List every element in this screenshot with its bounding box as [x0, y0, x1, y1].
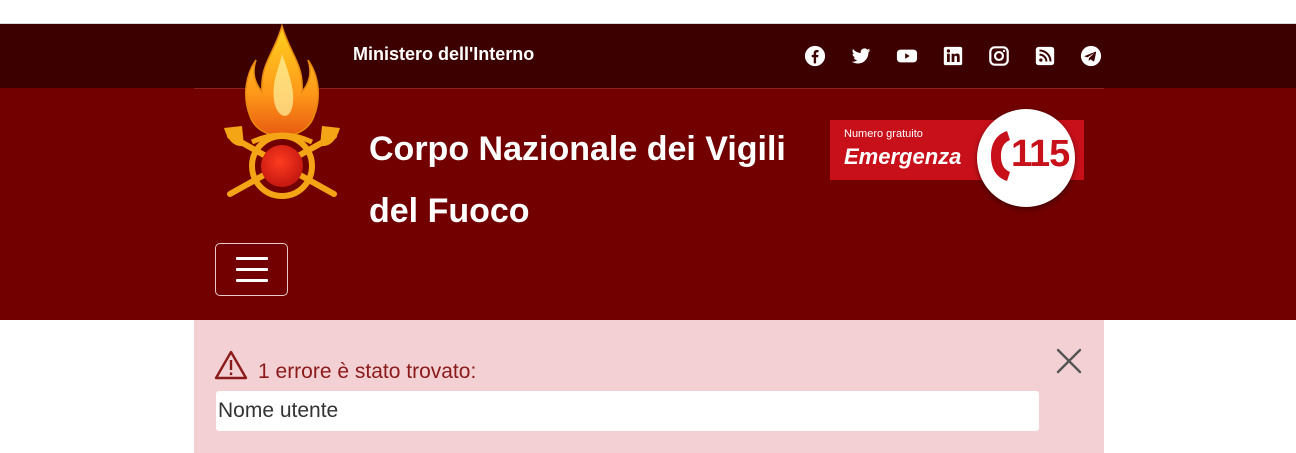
emergency-number: 115 — [1011, 133, 1070, 175]
ministry-link[interactable]: Ministero dell'Interno — [353, 44, 534, 65]
twitter-icon[interactable] — [846, 42, 876, 70]
menu-bar-icon — [235, 268, 268, 271]
menu-bar-icon — [235, 279, 268, 282]
emergency-banner[interactable]: Numero gratuito Emergenza 115 — [830, 109, 1084, 218]
emergency-number-badge: 115 — [977, 109, 1075, 207]
telegram-icon[interactable] — [1076, 42, 1106, 70]
top-bar: Ministero dell'Interno — [0, 24, 1296, 88]
youtube-icon[interactable] — [892, 42, 922, 70]
warning-icon — [214, 350, 248, 380]
menu-bar-icon — [235, 257, 268, 260]
linkedin-icon[interactable] — [938, 42, 968, 70]
social-links — [800, 42, 1106, 70]
phone-handset-icon — [991, 131, 1010, 181]
brand-title-line1: Corpo Nazionale dei Vigili — [369, 130, 786, 168]
close-icon[interactable] — [1054, 346, 1084, 376]
instagram-icon[interactable] — [984, 42, 1014, 70]
site-brand[interactable]: Corpo Nazionale dei Vigili del Fuoco — [369, 118, 789, 242]
menu-toggle-button[interactable] — [215, 243, 288, 296]
rss-icon[interactable] — [1030, 42, 1060, 70]
alert-title: 1 errore è stato trovato: — [258, 360, 477, 383]
vvf-logo-icon[interactable] — [216, 24, 348, 212]
facebook-icon[interactable] — [800, 42, 830, 70]
brand-title-line2: del Fuoco — [369, 192, 530, 230]
error-alert: 1 errore è stato trovato: Nome utente — [194, 320, 1104, 453]
error-field-link[interactable]: Nome utente — [216, 391, 1039, 431]
emergency-small-label: Numero gratuito — [844, 128, 923, 140]
page: Ministero dell'Interno Corpo Nazionale d… — [0, 0, 1296, 453]
top-spacer — [0, 0, 1296, 24]
emergency-label: Emergenza — [844, 144, 962, 169]
